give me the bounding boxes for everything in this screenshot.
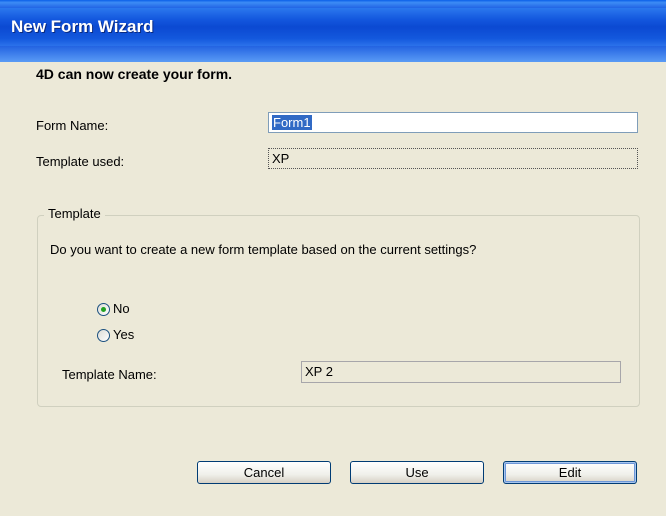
- radio-no-label: No: [113, 301, 130, 316]
- template-name-label: Template Name:: [62, 367, 157, 382]
- radio-yes-circle[interactable]: [97, 329, 110, 342]
- template-name-value: XP 2: [305, 364, 333, 379]
- radio-yes-label: Yes: [113, 327, 135, 342]
- template-used-field: XP: [268, 148, 638, 169]
- radio-selected-dot: [101, 307, 106, 312]
- radio-no[interactable]: No: [96, 301, 156, 318]
- template-used-label: Template used:: [36, 154, 125, 169]
- template-question: Do you want to create a new form templat…: [50, 242, 477, 257]
- form-name-input[interactable]: Form1: [268, 112, 638, 133]
- window-title: New Form Wizard: [11, 17, 154, 36]
- title-bar[interactable]: New Form Wizard: [0, 0, 666, 62]
- cancel-button[interactable]: Cancel: [197, 461, 331, 484]
- use-button[interactable]: Use: [350, 461, 484, 484]
- edit-button[interactable]: Edit: [503, 461, 637, 484]
- template-name-input[interactable]: XP 2: [301, 361, 621, 383]
- radio-yes[interactable]: Yes: [96, 327, 156, 344]
- form-name-value: Form1: [272, 115, 312, 130]
- template-group-legend: Template: [44, 206, 105, 221]
- form-name-label: Form Name:: [36, 118, 109, 133]
- template-used-value: XP: [272, 151, 290, 166]
- wizard-heading: 4D can now create your form.: [36, 66, 233, 82]
- radio-no-circle[interactable]: [97, 303, 110, 316]
